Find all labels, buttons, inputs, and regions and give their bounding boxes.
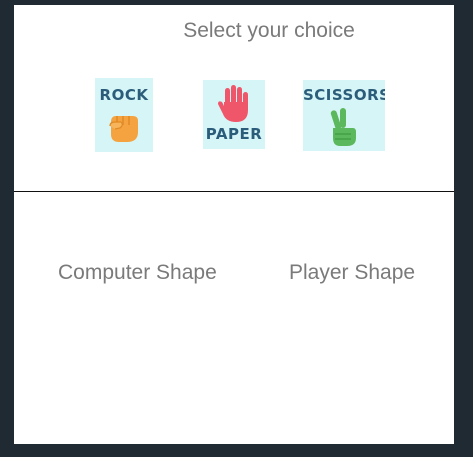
peace-hand-icon — [330, 108, 356, 146]
open-hand-icon — [218, 85, 248, 122]
scissors-choice-button[interactable]: SCISSORS — [303, 80, 385, 151]
game-panel: Select your choice ROCK PAPER SCISSORS C… — [14, 5, 454, 444]
fist-icon — [109, 116, 138, 142]
rock-choice-button[interactable]: ROCK — [95, 78, 153, 152]
page-title: Select your choice — [183, 19, 355, 42]
scissors-label: SCISSORS — [303, 86, 385, 104]
paper-choice-button[interactable]: PAPER — [203, 80, 265, 149]
rock-label: ROCK — [99, 86, 149, 104]
computer-shape-label: Computer Shape — [58, 261, 217, 284]
paper-label: PAPER — [205, 125, 263, 143]
section-divider — [14, 191, 454, 192]
player-shape-label: Player Shape — [289, 261, 416, 284]
